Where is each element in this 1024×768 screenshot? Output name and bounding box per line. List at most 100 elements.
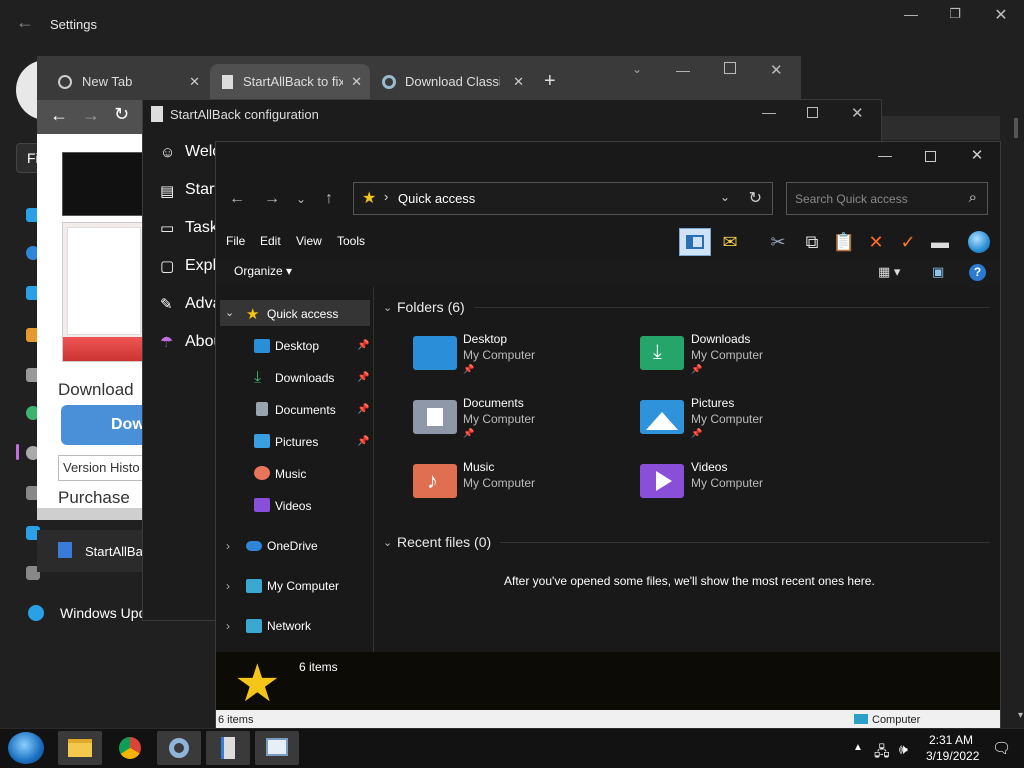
nav-item-onedrive[interactable]: OneDrive (267, 539, 318, 553)
cut-icon[interactable]: ✂ (766, 230, 790, 254)
explorer-close-icon[interactable]: ✕ (954, 146, 1000, 166)
downloads-folder-icon[interactable]: ⤓ (640, 336, 684, 370)
pictures-folder-icon[interactable] (640, 400, 684, 434)
volume-icon[interactable]: 🕪 (899, 741, 908, 758)
folder-name[interactable]: Pictures (691, 396, 734, 410)
nav-item-videos[interactable]: Videos (275, 499, 311, 513)
breadcrumb-chevron-icon[interactable]: › (384, 189, 388, 204)
sab-maximize-icon[interactable] (807, 107, 818, 118)
taskbar-thumbnail-preview[interactable]: StartAllBac (37, 530, 149, 572)
expand-chevron-icon[interactable]: ⌄ (225, 306, 234, 319)
taskbar-explorer[interactable] (58, 731, 102, 765)
notification-icon[interactable]: 🗨 (992, 739, 1011, 757)
breadcrumb[interactable]: Quick access (398, 191, 475, 206)
sidebar-item-windows-update[interactable]: Windows Upd (60, 605, 146, 621)
delete-icon[interactable]: ✕ (864, 230, 888, 254)
folder-name[interactable]: Videos (691, 460, 727, 474)
close-tab-icon[interactable]: ✕ (189, 64, 200, 100)
explorer-minimize-icon[interactable]: — (862, 147, 908, 167)
menu-edit[interactable]: Edit (260, 234, 281, 248)
recent-files-section-header[interactable]: Recent files (0) (397, 534, 491, 550)
taskbar-startallback[interactable] (206, 731, 250, 765)
tab-download-classic[interactable]: Download Classic ✕ (372, 64, 532, 100)
address-dropdown-icon[interactable]: ⌄ (720, 190, 730, 204)
videos-folder-icon[interactable] (640, 464, 684, 498)
refresh-icon[interactable]: ↻ (749, 188, 762, 208)
menu-view[interactable]: View (296, 234, 322, 248)
taskbar-control-panel[interactable] (255, 731, 299, 765)
address-bar[interactable]: ★ › Quick access ⌄ ↻ (353, 182, 773, 215)
scroll-down-arrow-icon[interactable]: ▾ (1018, 710, 1023, 721)
search-input[interactable]: Search Quick access ⌕ (786, 182, 988, 215)
properties-icon[interactable]: ▬ (928, 230, 952, 254)
expand-chevron-icon[interactable]: › (226, 619, 230, 633)
start-button-orb-icon[interactable] (8, 732, 44, 764)
nav-item-downloads[interactable]: Downloads (275, 371, 334, 385)
tab-new-tab[interactable]: New Tab ✕ (48, 64, 208, 100)
clock[interactable]: 2:31 AM 3/19/2022 (926, 732, 979, 764)
browser-maximize-icon[interactable] (724, 62, 736, 74)
menu-tools[interactable]: Tools (337, 234, 365, 248)
tab-startallback[interactable]: StartAllBack to fix ✕ (210, 64, 370, 100)
forward-icon[interactable]: → (264, 190, 280, 208)
folder-name[interactable]: Desktop (463, 332, 507, 346)
organize-button[interactable]: Organize ▾ (234, 264, 292, 278)
browser-reload-icon[interactable]: ↻ (114, 104, 129, 125)
search-icon[interactable]: ⌕ (969, 189, 977, 206)
folder-name[interactable]: Documents (463, 396, 524, 410)
view-options-icon[interactable]: ▦ ▾ (878, 264, 900, 280)
nav-item-pictures[interactable]: Pictures (275, 435, 318, 449)
browser-back-icon[interactable]: ← (50, 105, 68, 126)
recent-locations-chevron-icon[interactable]: ⌄ (296, 192, 306, 206)
copy-icon[interactable]: ⧉ (800, 230, 824, 254)
version-history-button[interactable]: Version Histo (58, 455, 148, 481)
globe-icon[interactable] (968, 231, 990, 253)
check-icon[interactable]: ✓ (896, 230, 920, 254)
browser-close-icon[interactable]: ✕ (770, 61, 783, 79)
taskbar-settings[interactable] (157, 731, 201, 765)
new-tab-plus-icon[interactable]: + (544, 70, 556, 93)
expand-chevron-icon[interactable]: › (226, 579, 230, 593)
browser-horizontal-scrollbar[interactable] (37, 508, 142, 520)
restore-icon[interactable]: ❐ (940, 6, 970, 22)
browser-minimize-icon[interactable]: — (676, 62, 690, 78)
sab-close-icon[interactable]: ✕ (851, 104, 864, 122)
minimize-icon[interactable]: — (896, 6, 926, 22)
find-setting-input[interactable]: Fi (16, 143, 39, 173)
preview-pane-toggle[interactable] (679, 228, 711, 256)
network-tray-icon[interactable]: 🖧 (874, 741, 890, 765)
tab-search-chevron-icon[interactable]: ⌄ (632, 62, 642, 76)
paste-icon[interactable]: 📋 (832, 230, 856, 254)
settings-scrollbar[interactable] (1014, 118, 1018, 138)
help-icon[interactable]: ? (969, 264, 986, 281)
browser-forward-icon[interactable]: → (82, 105, 100, 126)
collapse-chevron-icon[interactable]: ⌄ (383, 301, 392, 314)
download-button[interactable]: Dow (61, 405, 151, 445)
collapse-chevron-icon[interactable]: ⌄ (383, 536, 392, 549)
expand-chevron-icon[interactable]: › (226, 539, 230, 553)
music-folder-icon[interactable]: ♪ (413, 464, 457, 498)
sab-minimize-icon[interactable]: — (762, 104, 776, 120)
desktop-folder-icon[interactable] (413, 336, 457, 370)
nav-item-quick-access[interactable]: Quick access (267, 307, 338, 321)
nav-item-music[interactable]: Music (275, 467, 306, 481)
nav-item-network[interactable]: Network (267, 619, 311, 633)
close-tab-icon[interactable]: ✕ (351, 64, 362, 100)
close-icon[interactable]: ✕ (986, 5, 1016, 25)
pane-toggle-icon[interactable]: ▣ (932, 264, 944, 280)
select-folder-icon[interactable]: ✉ (718, 230, 742, 254)
close-tab-icon[interactable]: ✕ (513, 64, 524, 100)
back-arrow-icon[interactable]: ← (16, 12, 34, 33)
folder-name[interactable]: Downloads (691, 332, 750, 346)
folders-section-header[interactable]: Folders (6) (397, 299, 465, 315)
back-icon[interactable]: ← (229, 190, 245, 208)
nav-item-desktop[interactable]: Desktop (275, 339, 319, 353)
documents-folder-icon[interactable] (413, 400, 457, 434)
taskbar-chrome[interactable] (108, 731, 152, 765)
menu-file[interactable]: File (226, 234, 245, 248)
folder-name[interactable]: Music (463, 460, 494, 474)
show-hidden-icons-chevron-icon[interactable]: ▲ (853, 742, 863, 753)
explorer-maximize-icon[interactable] (925, 151, 936, 162)
up-arrow-icon[interactable]: ↑ (325, 190, 333, 208)
nav-item-my-computer[interactable]: My Computer (267, 579, 339, 593)
